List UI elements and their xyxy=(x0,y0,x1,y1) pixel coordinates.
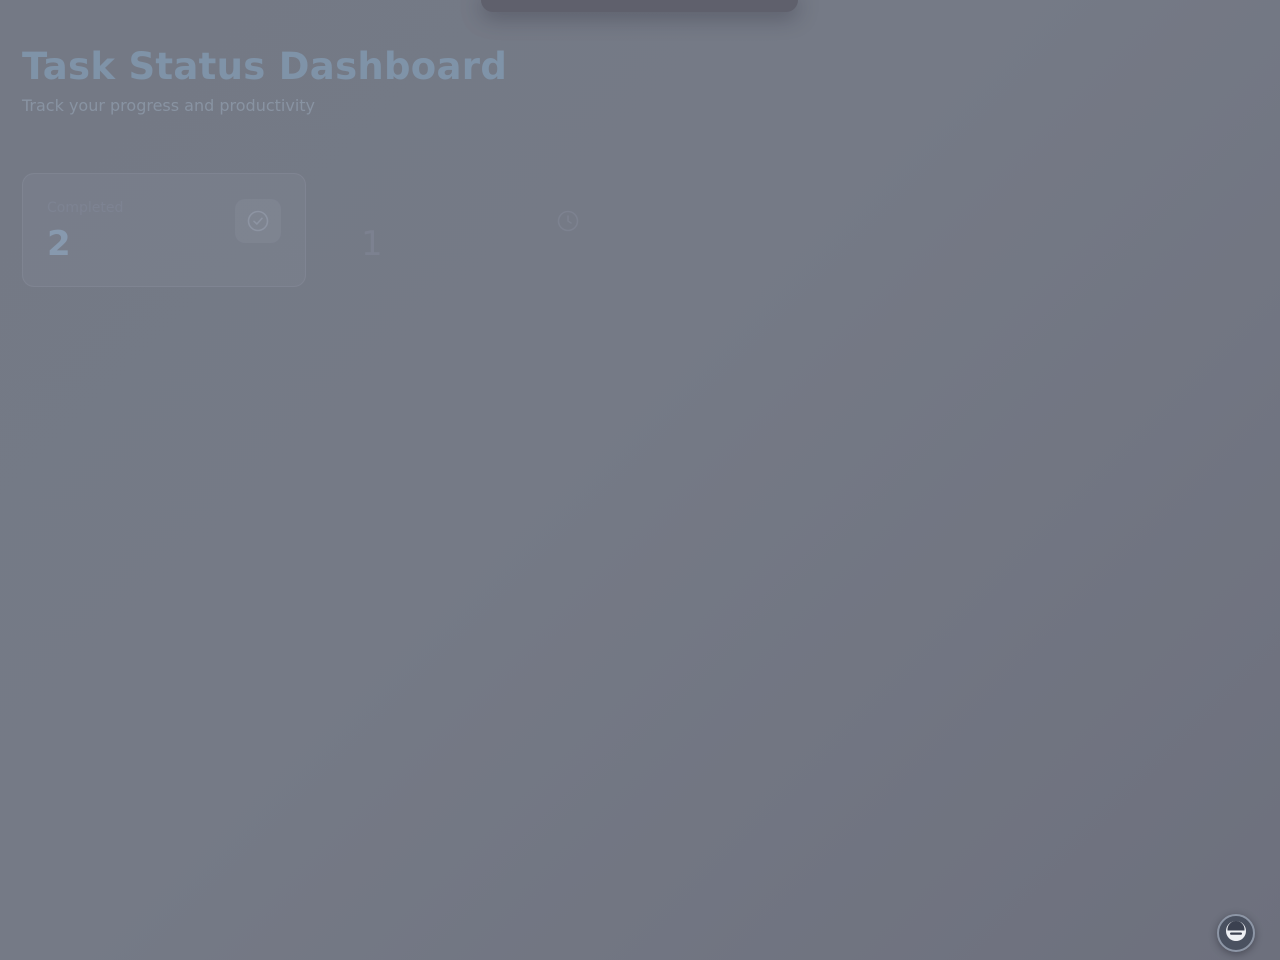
stat-card-completed: Completed 2 xyxy=(22,173,306,287)
stat-value: 1 xyxy=(361,224,383,264)
clock-icon xyxy=(545,199,591,243)
page-subtitle: Track your progress and productivity xyxy=(22,96,315,115)
stat-label: Completed xyxy=(47,200,124,216)
stat-card-in-progress: 1 xyxy=(332,173,616,287)
page-header: Task Status Dashboard Track your progres… xyxy=(22,44,507,116)
assistant-icon xyxy=(1224,919,1248,947)
check-circle-icon xyxy=(235,199,281,243)
top-drawer-handle[interactable] xyxy=(481,0,798,12)
assistant-button[interactable] xyxy=(1217,914,1255,952)
stat-value: 2 xyxy=(47,224,71,264)
page-title: Task Status Dashboard xyxy=(22,45,508,88)
